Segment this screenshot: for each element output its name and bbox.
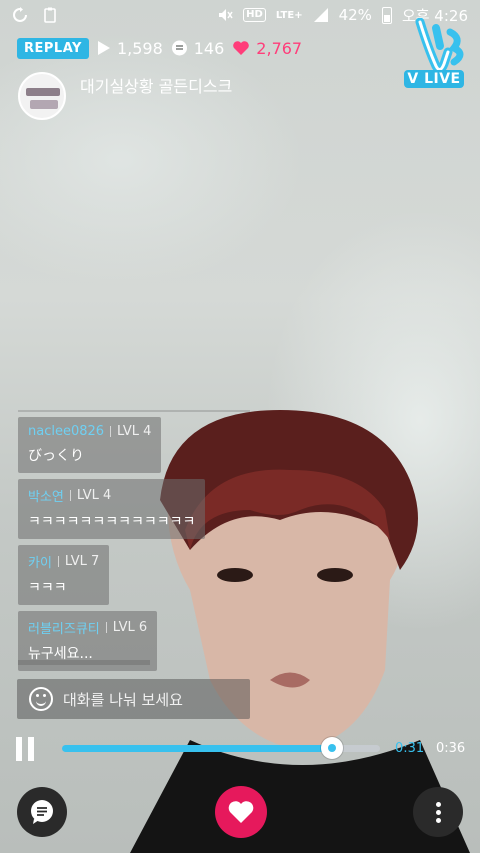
play-count: 1,598 [97, 39, 163, 58]
like-count-value: 2,767 [256, 38, 303, 58]
chat-level: LVL 7 [64, 554, 100, 569]
chat-username[interactable]: 박소연 [28, 486, 64, 505]
channel-name[interactable]: 대기실상황 골든디스크 [80, 73, 232, 97]
hd-indicator: HD [243, 8, 266, 22]
heart-icon [233, 41, 250, 55]
chat-level: LVL 4 [117, 424, 152, 439]
chat-text: ㅋㅋㅋㅋㅋㅋㅋㅋㅋㅋㅋㅋㅋ [28, 514, 196, 530]
network-type: LTE+ [275, 9, 303, 21]
channel-avatar[interactable] [18, 72, 66, 120]
separator [57, 556, 59, 567]
separator [105, 622, 107, 633]
like-button[interactable] [215, 786, 267, 838]
more-button[interactable] [413, 787, 463, 837]
play-count-value: 1,598 [116, 38, 163, 58]
comment-count-value: 146 [193, 38, 225, 58]
comment-input[interactable]: 대화를 나눠 보세요 [17, 679, 250, 719]
current-time: 0:31 [395, 741, 425, 756]
chat-list[interactable]: naclee0826 LVL 4 びっくり 박소연 LVL 4 ㅋㅋㅋㅋㅋㅋㅋㅋ… [18, 417, 206, 671]
comment-count: 146 [171, 38, 225, 58]
chat-icon [31, 800, 53, 824]
stats-row: REPLAY 1,598 146 2,767 [17, 37, 302, 59]
seek-bar-progress [62, 745, 332, 752]
chat-level: LVL 6 [112, 620, 148, 635]
chat-divider [18, 410, 250, 412]
signal-icon [313, 8, 328, 22]
vlive-logo-text: V LIVE [404, 70, 464, 88]
emoji-icon[interactable] [29, 687, 53, 711]
play-icon [97, 41, 110, 55]
status-bar: HD LTE+ 42% 오후 4:26 [0, 0, 480, 30]
chat-message[interactable]: 카이 LVL 7 ㅋㅋㅋ [18, 545, 110, 605]
battery-icon [381, 6, 392, 24]
seek-handle[interactable] [320, 737, 343, 759]
chat-text: ㅋㅋㅋ [28, 580, 67, 596]
comment-icon [171, 40, 187, 55]
chat-message[interactable]: naclee0826 LVL 4 びっくり [18, 417, 162, 473]
chat-scroll-edge [18, 660, 150, 665]
mute-icon [219, 9, 233, 21]
refresh-icon [13, 7, 27, 22]
comment-placeholder[interactable]: 대화를 나눠 보세요 [63, 689, 183, 710]
chat-message[interactable]: 박소연 LVL 4 ㅋㅋㅋㅋㅋㅋㅋㅋㅋㅋㅋㅋㅋ [18, 479, 206, 539]
replay-badge: REPLAY [17, 37, 89, 59]
separator [69, 490, 71, 501]
chat-button[interactable] [17, 787, 67, 837]
separator [110, 426, 112, 437]
pause-icon[interactable] [16, 737, 36, 761]
chat-username[interactable]: 러블리즈큐티 [28, 618, 100, 637]
player-controls: 0:31 0:36 [0, 732, 480, 766]
chat-text: びっくり [28, 448, 84, 464]
channel-header[interactable]: 대기실상황 골든디스크 [18, 72, 232, 120]
like-count: 2,767 [232, 39, 302, 58]
more-icon [435, 799, 441, 826]
clipboard-icon [44, 7, 56, 23]
chat-level: LVL 4 [76, 488, 112, 503]
total-time: 0:36 [436, 741, 466, 756]
heart-icon [228, 801, 254, 823]
chat-username[interactable]: naclee0826 [28, 424, 104, 439]
chat-username[interactable]: 카이 [28, 552, 52, 571]
battery-percent: 42% [338, 6, 372, 24]
seek-bar[interactable] [62, 737, 380, 759]
